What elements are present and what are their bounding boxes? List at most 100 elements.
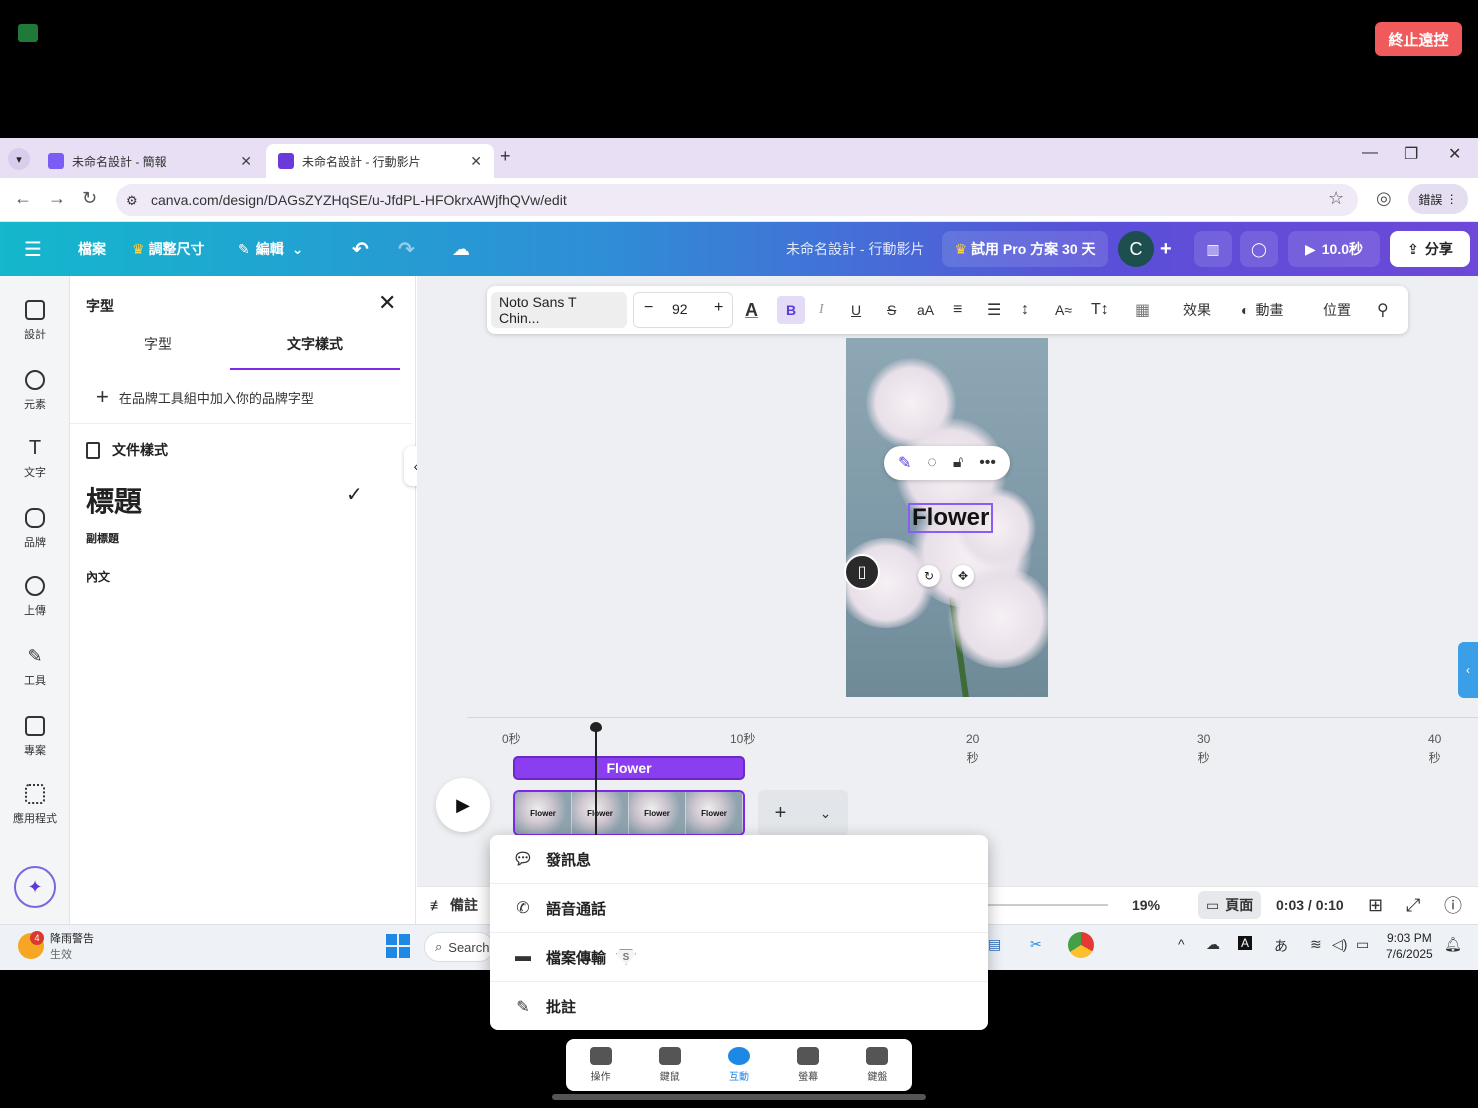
rail-item-upload[interactable]: 上傳: [0, 576, 70, 618]
video-track-clip[interactable]: Flower Flower Flower Flower: [513, 790, 745, 836]
magic-sparkle-button[interactable]: ✦: [14, 866, 56, 908]
close-icon[interactable]: ✕: [470, 153, 482, 170]
app-taskbar-icon[interactable]: ▤: [988, 936, 1001, 953]
text-track-clip[interactable]: Flower: [513, 756, 745, 780]
tab-text-style[interactable]: 文字樣式: [230, 334, 400, 370]
add-clip-button[interactable]: + ⌄: [758, 790, 848, 836]
notification-icon[interactable]: 🔔︎: [1444, 936, 1462, 953]
position-button[interactable]: 位置: [1323, 286, 1351, 334]
menu-item-voice-call[interactable]: ✆ 語音通話: [490, 884, 988, 933]
language-icon[interactable]: あ: [1274, 936, 1288, 956]
timeline-play-button[interactable]: ▶: [436, 778, 490, 832]
zoom-slider[interactable]: [988, 904, 1108, 906]
tray-chevron-icon[interactable]: ^: [1178, 936, 1185, 952]
style-subheading[interactable]: 副標題: [86, 530, 119, 546]
rail-item-apps[interactable]: 應用程式: [0, 784, 70, 826]
volume-icon[interactable]: ◁): [1332, 936, 1347, 953]
help-icon[interactable]: ⓘ: [1444, 886, 1462, 924]
dock-item-interact[interactable]: 互動: [709, 1047, 769, 1083]
profile-icon[interactable]: ◎: [1376, 188, 1392, 209]
redo-icon[interactable]: ↷: [398, 222, 415, 276]
menu-item-file-transfer[interactable]: ▬ 檔案傳輸 S: [490, 933, 988, 982]
undo-icon[interactable]: ↶: [352, 222, 369, 276]
format-painter-icon[interactable]: ⚲: [1377, 286, 1389, 334]
stop-remote-button[interactable]: 終止遠控: [1375, 22, 1462, 56]
menu-icon[interactable]: ☰: [24, 222, 42, 276]
ime-icon[interactable]: A: [1238, 936, 1253, 950]
canvas-text-element[interactable]: Flower: [908, 503, 994, 533]
wifi-icon[interactable]: ≋: [1310, 936, 1322, 953]
rotate-handle-icon[interactable]: ↻: [918, 565, 940, 587]
windows-start-icon[interactable]: [386, 934, 410, 958]
fullscreen-icon[interactable]: ⤢: [1406, 886, 1420, 924]
rail-item-brand[interactable]: 品牌: [0, 508, 70, 550]
cloud-saved-icon[interactable]: ☁: [452, 222, 470, 276]
share-button[interactable]: ⇪ 分享: [1390, 231, 1470, 267]
playhead-handle[interactable]: [590, 722, 602, 732]
rail-item-tools[interactable]: ✎ 工具: [0, 646, 70, 688]
onedrive-icon[interactable]: ☁: [1206, 936, 1220, 953]
dock-item-keyboard[interactable]: 鍵盤: [847, 1047, 907, 1083]
insights-icon[interactable]: ▥: [1194, 231, 1232, 267]
site-info-icon[interactable]: ⚙: [126, 193, 138, 209]
spacing-icon[interactable]: ↕: [1021, 286, 1029, 334]
reload-icon[interactable]: ↻: [82, 188, 97, 209]
style-body[interactable]: 內文: [86, 568, 110, 585]
letter-case-icon[interactable]: aA: [917, 286, 934, 334]
strikethrough-icon[interactable]: S: [887, 286, 896, 334]
decrease-size-button[interactable]: −: [644, 299, 653, 317]
align-center-icon[interactable]: ≡: [953, 286, 962, 334]
transparency-icon[interactable]: ▦: [1135, 286, 1150, 334]
present-button[interactable]: ▶ 10.0秒: [1288, 231, 1380, 267]
back-icon[interactable]: ←: [14, 188, 32, 209]
grid-view-icon[interactable]: ⊞: [1368, 886, 1383, 924]
playhead[interactable]: [595, 726, 597, 836]
zoom-level[interactable]: 19%: [1132, 886, 1160, 924]
lock-icon[interactable]: 🔓︎: [953, 454, 963, 472]
close-icon[interactable]: ✕: [378, 290, 396, 316]
window-close-icon[interactable]: ✕: [1448, 144, 1461, 164]
chrome-icon[interactable]: [1068, 932, 1094, 958]
edit-menu[interactable]: ✎ 編輯 ⌄: [238, 222, 303, 276]
font-size-value[interactable]: 92: [672, 301, 688, 317]
text-effects-icon[interactable]: A≈: [1055, 286, 1072, 334]
page-view-button[interactable]: ▭ 頁面: [1198, 891, 1262, 919]
rail-item-projects[interactable]: 專案: [0, 716, 70, 758]
tab-font[interactable]: 字型: [80, 334, 236, 370]
rail-item-design[interactable]: 設計: [0, 300, 70, 342]
underline-icon[interactable]: U: [851, 286, 861, 334]
dock-item-keyboard-mouse[interactable]: 鍵鼠: [640, 1047, 700, 1083]
increase-size-button[interactable]: +: [714, 299, 723, 317]
battery-icon[interactable]: ▭: [1356, 936, 1369, 953]
weather-widget[interactable]: 4 降雨警告 生效: [18, 930, 94, 962]
snipping-tool-icon[interactable]: ✂: [1030, 936, 1042, 953]
menu-item-annotate[interactable]: ✎ 批註: [490, 982, 988, 1030]
taskbar-search[interactable]: ⌕ Search: [424, 932, 494, 962]
error-chip[interactable]: 錯誤 ⋮: [1408, 184, 1468, 214]
browser-tab-active[interactable]: 未命名設計 - 行動影片 ✕: [266, 144, 494, 178]
dock-item-operations[interactable]: 操作: [571, 1047, 631, 1083]
list-icon[interactable]: ☰: [987, 286, 1001, 334]
dock-item-screen[interactable]: 螢幕: [778, 1047, 838, 1083]
style-heading[interactable]: 標題: [86, 480, 142, 520]
add-collaborator-icon[interactable]: +: [1160, 222, 1172, 276]
new-tab-button[interactable]: +: [500, 146, 511, 167]
forward-icon[interactable]: →: [48, 188, 66, 209]
taskbar-clock[interactable]: 9:03 PM 7/6/2025: [1386, 930, 1433, 962]
rail-item-elements[interactable]: 元素: [0, 370, 70, 412]
text-color-icon[interactable]: A: [745, 286, 758, 334]
close-icon[interactable]: ✕: [240, 153, 252, 170]
browser-tab[interactable]: 未命名設計 - 簡報 ✕: [36, 144, 264, 178]
bookmark-star-icon[interactable]: ☆: [1328, 188, 1344, 209]
avatar[interactable]: C: [1118, 231, 1154, 267]
rail-item-text[interactable]: T 文字: [0, 438, 70, 480]
add-brand-font-button[interactable]: + 在品牌工具組中加入你的品牌字型: [96, 384, 314, 410]
minimize-icon[interactable]: —: [1362, 144, 1378, 162]
trial-pro-button[interactable]: ♛ 試用 Pro 方案 30 天: [942, 231, 1108, 267]
expand-side-tab[interactable]: ‹: [1458, 642, 1478, 698]
move-handle-icon[interactable]: ✥: [952, 565, 974, 587]
tab-search-button[interactable]: ▾: [8, 148, 30, 170]
bold-icon[interactable]: B: [777, 296, 805, 324]
effects-button[interactable]: 效果: [1183, 286, 1211, 334]
address-bar[interactable]: ⚙ canva.com/design/DAGsZYZHqSE/u-JfdPL-H…: [116, 184, 1358, 216]
